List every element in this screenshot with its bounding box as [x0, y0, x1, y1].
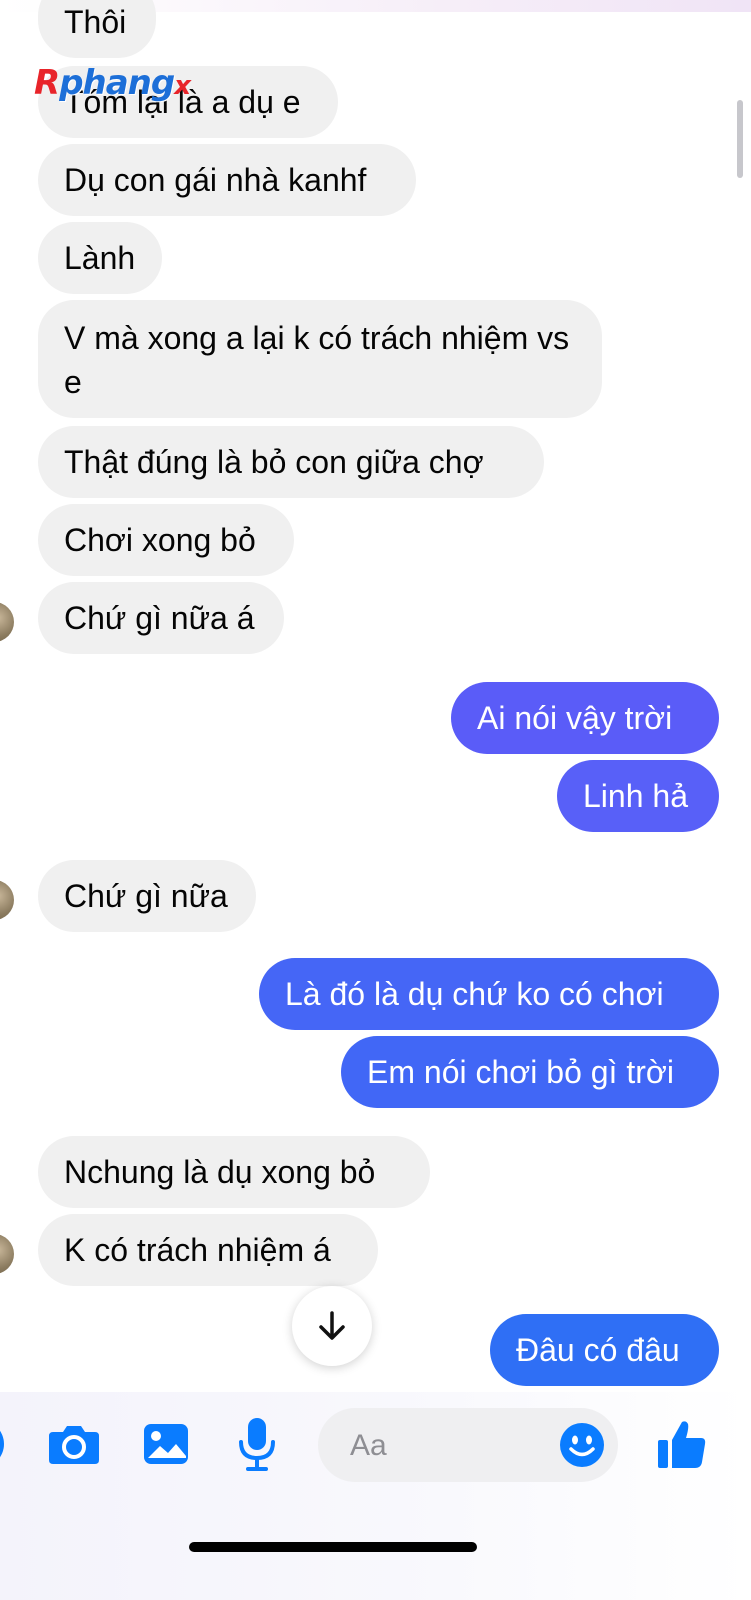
plus-circle-icon: [0, 1430, 4, 1458]
scroll-to-bottom-button[interactable]: [292, 1286, 372, 1366]
incoming-message[interactable]: Thôi: [38, 0, 156, 58]
more-actions-button[interactable]: [0, 1416, 8, 1472]
incoming-message[interactable]: Dụ con gái nhà kanhf: [38, 144, 416, 216]
contact-avatar[interactable]: [0, 602, 14, 642]
outgoing-message[interactable]: Ai nói vậy trời: [451, 682, 719, 754]
watermark-logo: Rphangx: [34, 63, 191, 103]
emoji-icon: [560, 1423, 604, 1467]
voice-button[interactable]: [232, 1412, 282, 1476]
contact-avatar[interactable]: [0, 1234, 14, 1274]
message-composer: [0, 1392, 751, 1600]
arrow-down-icon: [319, 1311, 345, 1340]
message-input[interactable]: [348, 1408, 552, 1484]
outgoing-message[interactable]: Linh hả: [557, 760, 719, 832]
microphone-icon: [239, 1418, 275, 1471]
home-indicator[interactable]: [189, 1542, 477, 1552]
emoji-button[interactable]: [558, 1421, 606, 1469]
incoming-message[interactable]: Chứ gì nữa: [38, 860, 256, 932]
outgoing-message[interactable]: Là đó là dụ chứ ko có chơi: [259, 958, 719, 1030]
thumbs-up-icon: [658, 1421, 706, 1468]
incoming-message[interactable]: Thật đúng là bỏ con giữa chợ: [38, 426, 544, 498]
incoming-message[interactable]: V mà xong a lại k có trách nhiệm vs e: [38, 300, 602, 418]
camera-icon: [49, 1426, 99, 1464]
camera-button[interactable]: [44, 1416, 104, 1472]
outgoing-message[interactable]: Em nói chơi bỏ gì trời: [341, 1036, 719, 1108]
scrollbar-thumb[interactable]: [737, 100, 743, 178]
like-button[interactable]: [652, 1412, 712, 1476]
incoming-message[interactable]: K có trách nhiệm á: [38, 1214, 378, 1286]
contact-avatar[interactable]: [0, 880, 14, 920]
incoming-message[interactable]: Chơi xong bỏ: [38, 504, 294, 576]
message-input-container[interactable]: [318, 1408, 618, 1484]
incoming-message[interactable]: Lành: [38, 222, 162, 294]
outgoing-message[interactable]: Đâu có đâu: [490, 1314, 719, 1386]
incoming-message[interactable]: Chứ gì nữa á: [38, 582, 284, 654]
photo-icon: [144, 1424, 188, 1464]
gallery-button[interactable]: [138, 1416, 194, 1472]
incoming-message[interactable]: Nchung là dụ xong bỏ: [38, 1136, 430, 1208]
